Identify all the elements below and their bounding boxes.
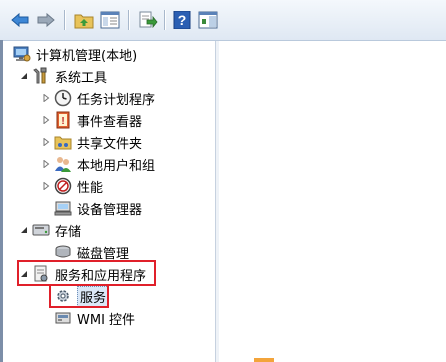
svg-text:!: ! [61,116,64,127]
tree-item-root[interactable]: 计算机管理(本地) [13,43,137,65]
computer-management-icon [13,45,31,63]
forward-button[interactable] [34,8,58,32]
tree-item-label: 设备管理器 [77,202,143,218]
svg-text:?: ? [178,12,187,28]
device-manager-icon [54,199,72,217]
tree-item-wmi[interactable]: WMI 控件 [54,307,135,329]
tree-item-performance[interactable]: 性能 [41,175,103,197]
tree-item-label: 任务计划程序 [77,92,156,108]
collapse-arrow-icon[interactable] [19,225,29,235]
highlight-box-services [49,284,109,308]
expand-arrow-icon[interactable] [41,93,51,103]
shared-folder-icon [54,133,72,151]
console-tree-icon [100,11,120,29]
tree-item-label: 共享文件夹 [77,136,143,152]
tree-item-shared-folders[interactable]: 共享文件夹 [41,131,142,153]
tree-item-label: 系统工具 [55,70,108,86]
users-icon [54,155,72,173]
tools-icon [32,67,50,85]
storage-icon [32,221,50,239]
show-hide-tree-button[interactable] [98,8,122,32]
tree-item-local-users[interactable]: 本地用户和组 [41,153,155,175]
expand-arrow-icon[interactable] [41,115,51,125]
tree-item-storage[interactable]: 存储 [19,219,81,241]
disk-icon [54,243,72,261]
wmi-icon [54,309,72,327]
highlight-box-services-apps [17,260,156,286]
performance-icon [54,177,72,195]
export-icon [139,11,158,29]
event-viewer-icon: ! [54,111,72,129]
expand-arrow-icon[interactable] [41,181,51,191]
toolbar-separator [64,10,65,30]
expand-arrow-icon[interactable] [41,159,51,169]
tree-item-label: 磁盘管理 [77,246,130,262]
toolbar-separator [128,10,129,30]
help-button[interactable]: ? [170,8,194,32]
tree-item-label: 存储 [55,224,82,240]
taskbar-tab [254,358,274,362]
up-button[interactable] [72,8,96,32]
toolbar-separator [164,10,165,30]
tree-item-label: 性能 [77,180,104,196]
expand-arrow-icon[interactable] [41,137,51,147]
action-pane-button[interactable] [196,8,220,32]
console-tree: 计算机管理(本地) 系统工具 任务计划程序 ! 事件查看器 共享文件夹 本地用户… [3,41,215,362]
tree-item-device-manager[interactable]: 设备管理器 [54,197,142,219]
folder-up-icon [74,14,94,29]
back-arrow-icon [11,12,29,28]
tree-item-task-scheduler[interactable]: 任务计划程序 [41,87,155,109]
tree-item-event-viewer[interactable]: ! 事件查看器 [41,109,142,131]
action-pane-icon [198,11,218,29]
export-list-button[interactable] [136,8,160,32]
toolbar: ? [0,0,446,41]
help-icon: ? [173,11,191,29]
details-pane [219,41,446,362]
tree-item-label: 事件查看器 [77,114,143,130]
tree-item-system-tools[interactable]: 系统工具 [19,65,107,87]
collapse-arrow-icon[interactable] [19,71,29,81]
clock-icon [54,89,72,107]
tree-item-label: 本地用户和组 [77,158,156,174]
forward-arrow-icon [37,12,55,28]
back-button[interactable] [8,8,32,32]
tree-item-label: 计算机管理(本地) [36,48,138,64]
tree-item-label: WMI 控件 [77,312,136,328]
